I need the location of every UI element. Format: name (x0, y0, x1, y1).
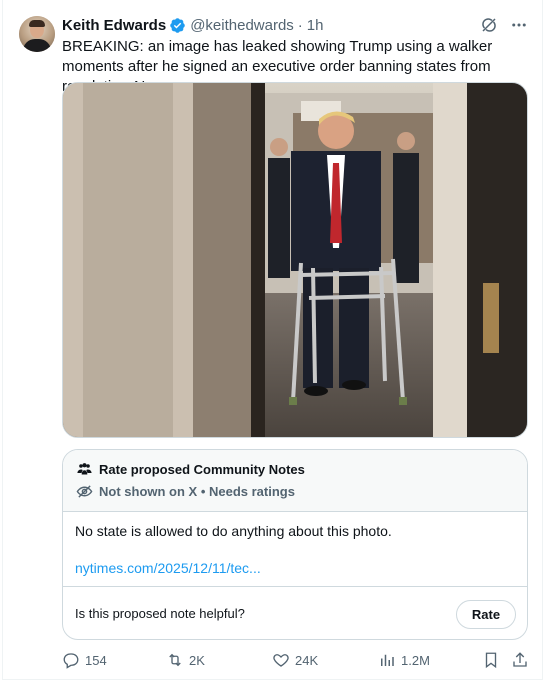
repost-icon (169, 653, 181, 667)
tweet-header: Keith Edwards @keithedwards · 1h (62, 15, 323, 35)
views-action[interactable]: 1.2M (378, 650, 430, 670)
share-action[interactable] (511, 650, 534, 670)
reply-icon (63, 653, 79, 669)
people-icon (75, 460, 93, 478)
grok-icon[interactable] (479, 15, 499, 35)
community-note-footer: Is this proposed note helpful? Rate (63, 586, 527, 639)
tweet-top-actions (479, 15, 529, 35)
author-handle[interactable]: @keithedwards (190, 17, 294, 34)
helpful-question: Is this proposed note helpful? (75, 606, 245, 621)
verified-badge-icon[interactable] (169, 17, 186, 34)
community-note-title-row: Rate proposed Community Notes (75, 460, 305, 478)
rate-button[interactable]: Rate (456, 600, 516, 629)
community-note-title: Rate proposed Community Notes (99, 461, 305, 477)
timestamp[interactable]: 1h (307, 17, 324, 34)
separator-dot: · (297, 16, 303, 34)
views-icon (381, 654, 394, 666)
eye-off-icon (75, 482, 93, 500)
like-count: 24K (295, 652, 319, 668)
avatar[interactable] (19, 16, 55, 52)
bookmark-action[interactable] (482, 650, 505, 670)
more-icon[interactable] (509, 15, 529, 35)
view-count: 1.2M (401, 652, 430, 668)
tweet-image[interactable] (62, 82, 528, 438)
community-note-status-row: Not shown on X • Needs ratings (75, 482, 295, 500)
reply-action[interactable]: 154 (62, 650, 107, 670)
like-action[interactable]: 24K (272, 650, 318, 670)
repost-count: 2K (189, 652, 205, 668)
author-name[interactable]: Keith Edwards (62, 17, 166, 34)
community-note-body: No state is allowed to do anything about… (75, 523, 392, 539)
community-note-header[interactable]: Rate proposed Community Notes Not shown … (63, 450, 527, 512)
reply-count: 154 (85, 652, 107, 668)
community-note-link[interactable]: nytimes.com/2025/12/11/tec... (75, 560, 261, 576)
bookmark-icon (485, 652, 497, 669)
tweet-actions: 154 2K 24K 1.2M (62, 650, 528, 670)
heart-icon (273, 654, 289, 667)
community-note-card: Rate proposed Community Notes Not shown … (62, 449, 528, 640)
share-icon (513, 652, 527, 667)
community-note-status: Not shown on X • Needs ratings (99, 483, 295, 499)
repost-action[interactable]: 2K (166, 650, 205, 670)
